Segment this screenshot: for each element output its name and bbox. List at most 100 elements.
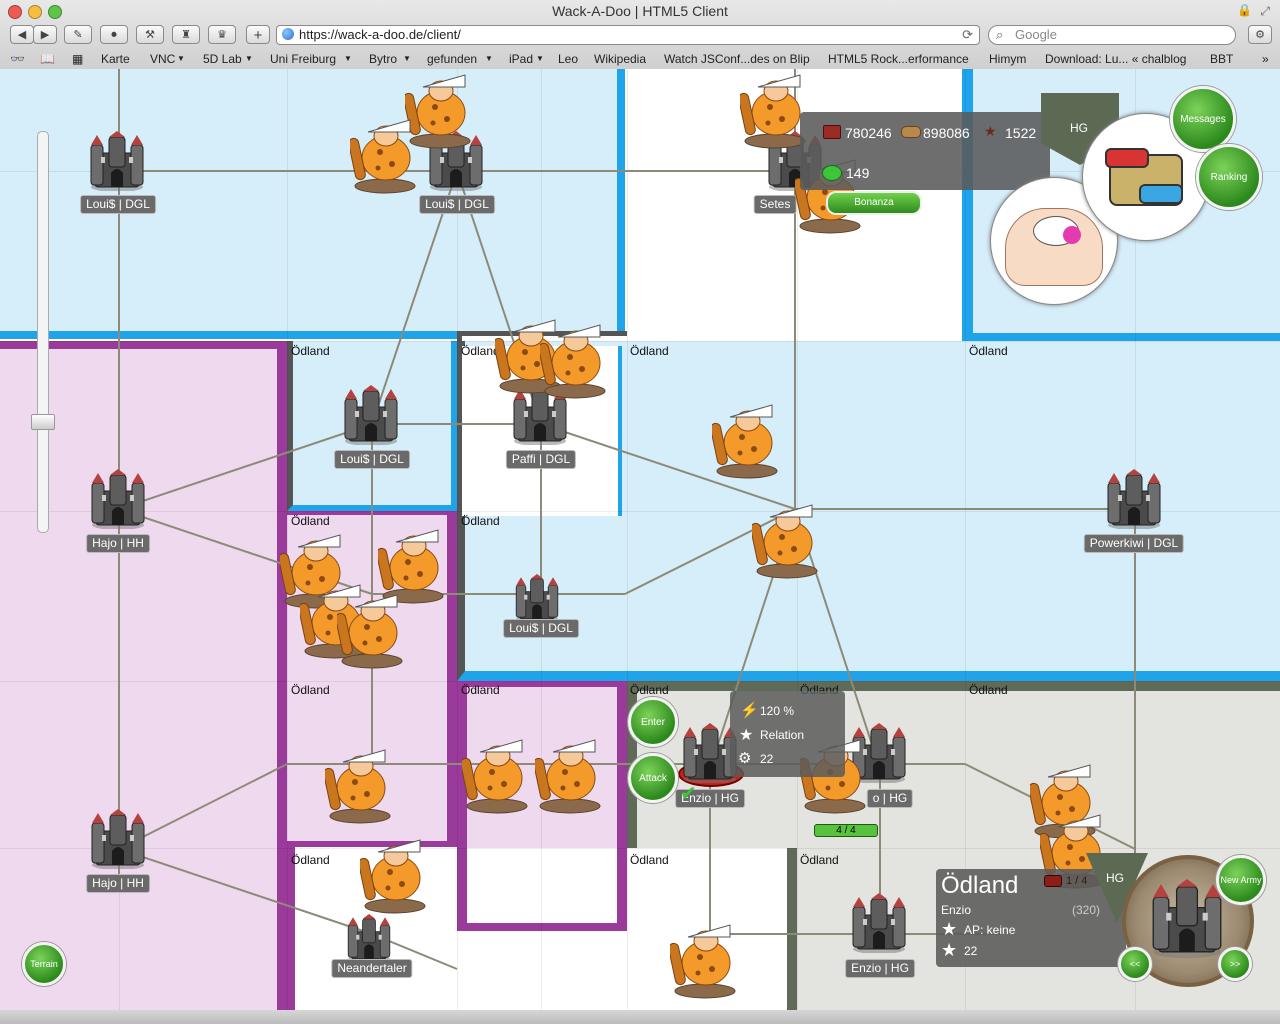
reload-icon[interactable]: ⟳ — [962, 26, 973, 44]
crown-icon[interactable]: ♛ — [208, 25, 236, 44]
relation-label: Relation — [760, 728, 805, 742]
fort-label: Paffi | DGL — [505, 450, 577, 469]
caveman-army-icon[interactable] — [462, 734, 532, 814]
caveman-army-icon[interactable] — [350, 114, 420, 194]
region-label: Ödland — [461, 514, 500, 528]
chevron-down-icon: ▼ — [403, 54, 411, 63]
forward-button[interactable]: ▶ — [33, 25, 57, 44]
browser-chrome: Wack-A-Doo | HTML5 Client ⤢ 🔒 ◀ ▶ ✎ ⏺ ⚒ … — [0, 0, 1280, 70]
bonanza-button[interactable]: Bonanza — [826, 191, 922, 215]
region-label: Ödland — [630, 344, 669, 358]
outpost-icon[interactable] — [513, 574, 563, 624]
caveman-army-icon[interactable] — [670, 919, 740, 999]
bookmark-leo[interactable]: Leo — [558, 50, 578, 68]
zoom-slider-handle[interactable] — [31, 414, 55, 430]
bookmark-gefunden[interactable]: gefunden — [427, 50, 477, 68]
settings-button[interactable]: ⚙ — [1248, 25, 1272, 44]
castle-icon[interactable]: ♜ — [172, 25, 200, 44]
army-count-badge — [1044, 875, 1062, 887]
bookmark-5dlab[interactable]: 5D Lab — [203, 50, 242, 68]
chevron-down-icon: ▼ — [245, 54, 253, 63]
star-icon: ★ — [941, 940, 958, 960]
fort-label: Hajo | HH — [86, 874, 150, 893]
level-value: 22 — [760, 752, 774, 766]
more-bookmarks-icon[interactable]: » — [1262, 50, 1269, 68]
attack-button[interactable]: Attack — [628, 753, 678, 803]
outpost-icon[interactable] — [345, 914, 395, 964]
caveman-army-icon[interactable] — [540, 319, 610, 399]
bookmark-wikipedia[interactable]: Wikipedia — [594, 50, 646, 68]
bookmark-bytro[interactable]: Bytro — [369, 50, 397, 68]
back-button[interactable]: ◀ — [10, 25, 34, 44]
settlement-level: 22 — [964, 944, 978, 958]
fortress-icon[interactable] — [88, 809, 148, 869]
search-icon: ⌕ — [996, 27, 1004, 42]
stop-icon[interactable]: ⏺ — [100, 25, 128, 44]
settlement-points: (320) — [1072, 903, 1101, 917]
fort-label: o | HG — [866, 789, 914, 808]
fortress-icon[interactable] — [87, 131, 147, 191]
caveman-army-icon[interactable] — [325, 744, 395, 824]
ranking-button[interactable]: Ranking — [1196, 144, 1262, 210]
frog-amount: 149 — [846, 165, 870, 181]
chevron-down-icon: ▼ — [485, 54, 493, 63]
caveman-army-icon[interactable] — [360, 834, 430, 914]
star-icon: ★ — [941, 919, 958, 939]
fortress-icon[interactable] — [341, 385, 401, 445]
bookmark-himym[interactable]: Himym — [989, 50, 1026, 68]
search-input[interactable]: ⌕ Google — [988, 25, 1236, 45]
stone-amount: 780246 — [845, 125, 892, 141]
fort-label: Powerkiwi | DGL — [1083, 534, 1185, 553]
fort-label: Hajo | HH — [86, 534, 150, 553]
fort-label: Loui$ | DGL — [334, 450, 410, 469]
new-tab-button[interactable]: + — [246, 25, 270, 44]
terrain-button[interactable]: Terrain — [22, 942, 66, 986]
fortress-icon[interactable] — [1104, 469, 1164, 529]
enter-button[interactable]: Enter — [628, 697, 678, 747]
grid-icon[interactable]: ▦ — [72, 50, 83, 68]
region-label: Ödland — [969, 344, 1008, 358]
game-map[interactable]: Ödland Ödland Ödland Ödland Ödland Ödlan… — [0, 69, 1280, 1010]
bookmark-uni-freiburg[interactable]: Uni Freiburg — [270, 50, 336, 68]
bookmark-karte[interactable]: Karte — [101, 50, 130, 68]
region-label: Ödland — [461, 344, 500, 358]
bookmark-jsconf[interactable]: Watch JSConf...des on Blip — [664, 50, 810, 68]
settlement-ap: AP: keine — [964, 923, 1016, 937]
reading-list-icon[interactable]: 👓 — [10, 50, 25, 68]
fortress-icon[interactable] — [849, 893, 909, 953]
minimize-window-button[interactable] — [28, 5, 42, 19]
settlement-name: Ödland — [941, 872, 1019, 899]
region-label: Ödland — [630, 683, 669, 697]
region-label: Ödland — [630, 853, 669, 867]
url-field[interactable]: https://wack-a-doo.de/client/ ⟳ — [276, 25, 980, 45]
zoom-window-button[interactable] — [48, 5, 62, 19]
caveman-army-icon[interactable] — [535, 734, 605, 814]
bookmark-ipad[interactable]: iPad — [509, 50, 533, 68]
url-text: https://wack-a-doo.de/client/ — [299, 27, 461, 42]
fullscreen-icon[interactable]: ⤢ — [1260, 4, 1270, 19]
caveman-army-icon[interactable] — [752, 499, 822, 579]
tools-icon[interactable]: ⚒ — [136, 25, 164, 44]
lightning-icon: ⚡ — [740, 702, 759, 719]
region-label: Ödland — [291, 683, 330, 697]
bookmark-vnc[interactable]: VNC — [150, 50, 175, 68]
new-army-button[interactable]: New Army — [1216, 855, 1266, 905]
previous-settlement-button[interactable]: << — [1118, 947, 1152, 981]
caveman-army-icon[interactable] — [337, 589, 407, 669]
region-label: Ödland — [291, 514, 330, 528]
bookmark-html5rocks[interactable]: HTML5 Rock...erformance — [828, 50, 969, 68]
close-window-button[interactable] — [8, 5, 22, 19]
zoom-slider[interactable] — [37, 131, 49, 533]
bookmark-chalblog[interactable]: Download: Lu... « chalblog — [1045, 50, 1186, 68]
next-settlement-button[interactable]: >> — [1218, 947, 1252, 981]
caveman-army-icon[interactable] — [712, 399, 782, 479]
region-label: Ödland — [291, 344, 330, 358]
frog-icon — [822, 165, 842, 181]
messages-button[interactable]: Messages — [1170, 86, 1236, 152]
fortress-icon[interactable] — [88, 469, 148, 529]
chevron-down-icon: ▼ — [344, 54, 352, 63]
bookmark-bbt[interactable]: BBT — [1210, 50, 1233, 68]
alliance-tag: HG — [1070, 121, 1088, 135]
edit-icon[interactable]: ✎ — [64, 25, 92, 44]
book-icon[interactable]: 📖 — [40, 50, 55, 68]
